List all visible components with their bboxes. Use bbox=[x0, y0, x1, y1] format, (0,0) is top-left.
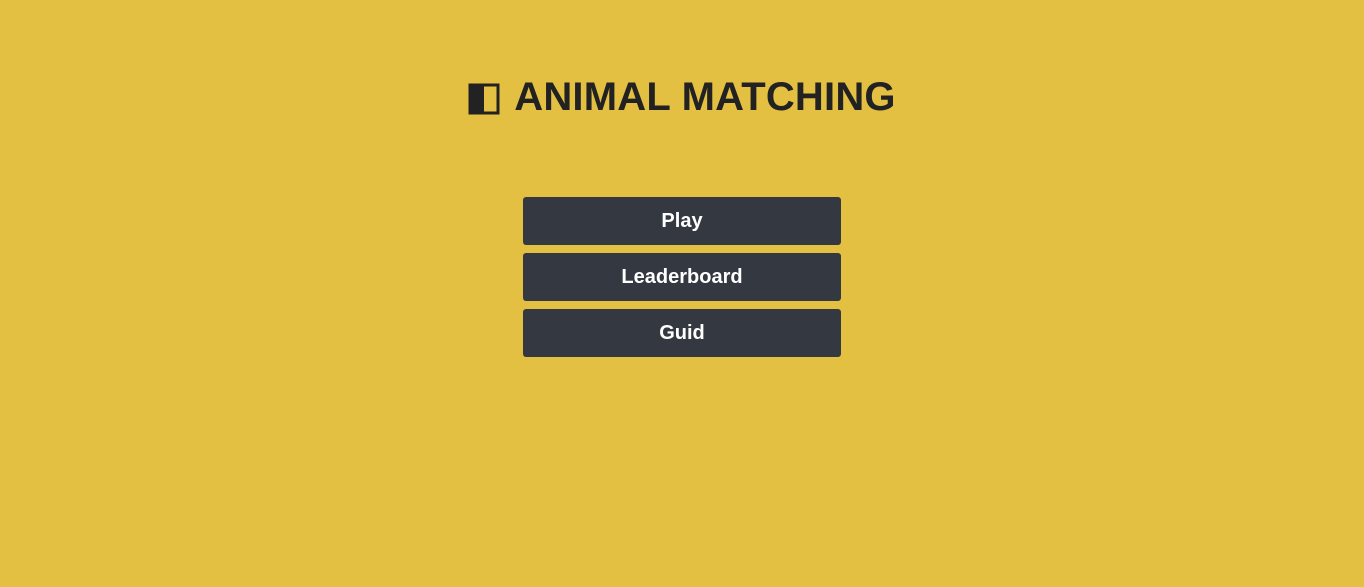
title-wrap: ANIMAL MATCHING bbox=[468, 46, 896, 148]
page-title: ANIMAL MATCHING bbox=[514, 74, 896, 119]
main-menu: Play Leaderboard Guid bbox=[523, 197, 841, 357]
guide-button[interactable]: Guid bbox=[523, 309, 841, 357]
leaderboard-button[interactable]: Leaderboard bbox=[523, 253, 841, 301]
half-filled-square-icon bbox=[468, 83, 500, 115]
page-header: ANIMAL MATCHING bbox=[0, 46, 1364, 148]
play-button[interactable]: Play bbox=[523, 197, 841, 245]
